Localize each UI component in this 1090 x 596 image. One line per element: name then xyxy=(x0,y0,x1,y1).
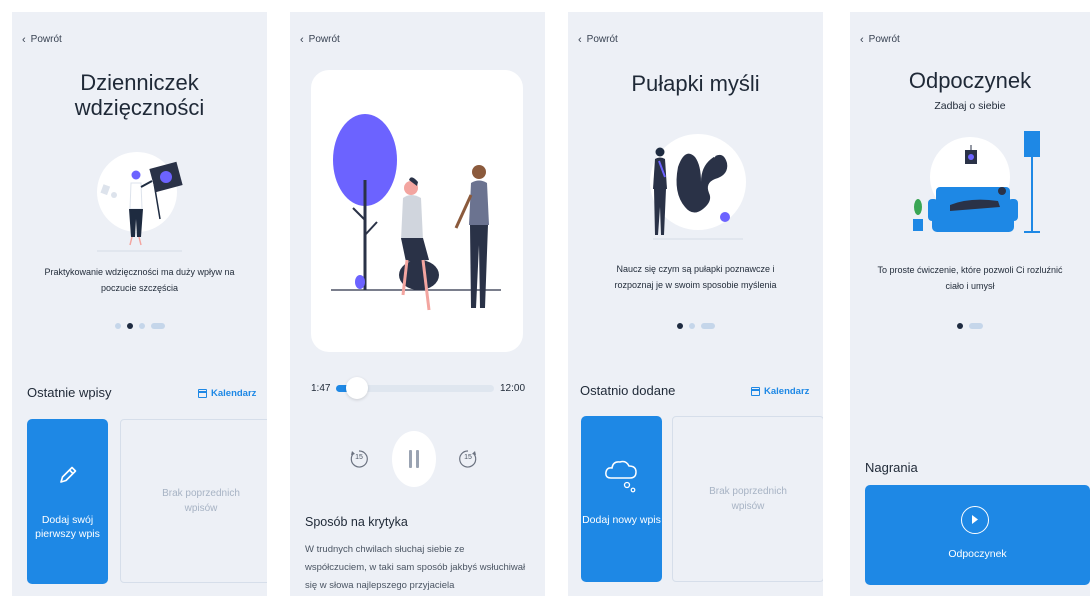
play-button[interactable] xyxy=(961,506,989,534)
page-indicator[interactable] xyxy=(850,323,1090,329)
empty-entries-card: Brak poprzednich wpisów xyxy=(120,419,267,583)
chevron-left-icon: ‹ xyxy=(22,33,26,46)
episode-text: W trudnych chwilach słuchaj siebie ze ws… xyxy=(305,544,526,591)
chevron-left-icon: ‹ xyxy=(578,33,582,46)
back-label: Powrót xyxy=(30,34,62,45)
forward-15-button[interactable]: 15 xyxy=(457,448,479,470)
page-title: Dzienniczek wdzięczności xyxy=(12,70,267,120)
chevron-left-icon: ‹ xyxy=(300,33,304,46)
progress-track[interactable] xyxy=(336,377,494,399)
thought-traps-screen: ‹ Powrót Pułapki myśli Naucz się czym są… xyxy=(568,12,823,596)
recording-card[interactable]: Odpoczynek xyxy=(865,485,1090,585)
gratitude-journal-screen: ‹ Powrót Dzienniczek wdzięczności Prakty… xyxy=(12,12,267,596)
title-line-1: Dzienniczek xyxy=(80,70,199,95)
page-dot[interactable] xyxy=(138,323,145,329)
page-dot[interactable] xyxy=(114,323,121,329)
page-dot[interactable] xyxy=(150,323,165,329)
episode-artwork xyxy=(311,70,523,352)
page-title: Odpoczynek xyxy=(908,68,1032,93)
back-button[interactable]: ‹ Powrót xyxy=(578,34,618,45)
back-button[interactable]: ‹ Powrót xyxy=(300,34,340,45)
relaxation-illustration xyxy=(913,131,1040,233)
pause-button[interactable] xyxy=(392,431,436,487)
back-label: Powrót xyxy=(308,34,340,45)
recording-label: Odpoczynek xyxy=(948,548,1007,560)
calendar-link[interactable]: Kalendarz xyxy=(751,386,809,397)
page-dot[interactable] xyxy=(700,323,715,329)
pencil-icon xyxy=(60,466,77,483)
description: Praktykowanie wdzięczności ma duży wpływ… xyxy=(44,267,235,293)
calendar-label: Kalendarz xyxy=(211,388,257,399)
page-title: Pułapki myśli xyxy=(631,71,760,96)
empty-entries-label: Brak poprzednich wpisów xyxy=(709,486,787,512)
back-label: Powrót xyxy=(586,34,618,45)
audio-player-screen: ‹ Powrót 1:47 12:00 15 15 Sposób na kryt… xyxy=(290,12,545,596)
add-entry-label: Dodaj nowy wpis xyxy=(582,514,661,526)
progress-thumb[interactable] xyxy=(345,377,368,399)
chevron-left-icon: ‹ xyxy=(860,33,864,46)
play-icon xyxy=(972,515,978,524)
description: Naucz się czym są pułapki poznawcze i ro… xyxy=(614,264,777,290)
thought-cloud-icon xyxy=(605,460,637,493)
back-button[interactable]: ‹ Powrót xyxy=(860,34,900,45)
description: To proste ćwiczenie, które pozwoli Ci ro… xyxy=(877,265,1063,291)
back-button[interactable]: ‹ Powrót xyxy=(22,34,62,45)
page-subtitle: Zadbaj o siebie xyxy=(934,100,1006,112)
thought-traps-illustration xyxy=(650,134,746,240)
page-dot-active[interactable] xyxy=(957,323,963,329)
calendar-label: Kalendarz xyxy=(764,386,810,397)
page-dot-active[interactable] xyxy=(126,323,133,329)
forward-label: 15 xyxy=(464,454,472,461)
calendar-link[interactable]: Kalendarz xyxy=(198,388,256,399)
pause-icon xyxy=(409,450,419,468)
rewind-label: 15 xyxy=(355,454,363,461)
calendar-icon xyxy=(751,387,760,396)
page-dot-active[interactable] xyxy=(676,323,683,329)
add-entry-card[interactable]: Dodaj swój pierwszy wpis xyxy=(27,419,108,584)
total-time: 12:00 xyxy=(500,383,526,394)
calendar-icon xyxy=(198,389,207,398)
page-indicator[interactable] xyxy=(568,323,823,329)
page-dot[interactable] xyxy=(969,323,983,329)
section-title: Nagrania xyxy=(865,460,918,475)
empty-entries-card: Brak poprzednich wpisów xyxy=(672,416,823,582)
current-time: 1:47 xyxy=(311,383,331,394)
section-title: Ostatnio dodane xyxy=(580,383,676,398)
page-indicator[interactable] xyxy=(12,323,267,329)
section-title: Ostatnie wpisy xyxy=(27,385,112,400)
title-line-2: wdzięczności xyxy=(74,95,205,120)
add-entry-card[interactable]: Dodaj nowy wpis xyxy=(581,416,662,582)
relaxation-screen: ‹ Powrót Odpoczynek Zadbaj o siebie To p… xyxy=(850,12,1090,596)
empty-entries-label: Brak poprzednich wpisów xyxy=(162,488,240,514)
add-entry-label: Dodaj swój pierwszy wpis xyxy=(35,514,100,540)
rewind-15-button[interactable]: 15 xyxy=(348,448,370,470)
back-label: Powrót xyxy=(868,34,900,45)
conversation-illustration xyxy=(331,114,501,311)
page-dot[interactable] xyxy=(688,323,695,329)
gratitude-illustration xyxy=(97,152,183,252)
episode-title: Sposób na krytyka xyxy=(305,515,408,529)
